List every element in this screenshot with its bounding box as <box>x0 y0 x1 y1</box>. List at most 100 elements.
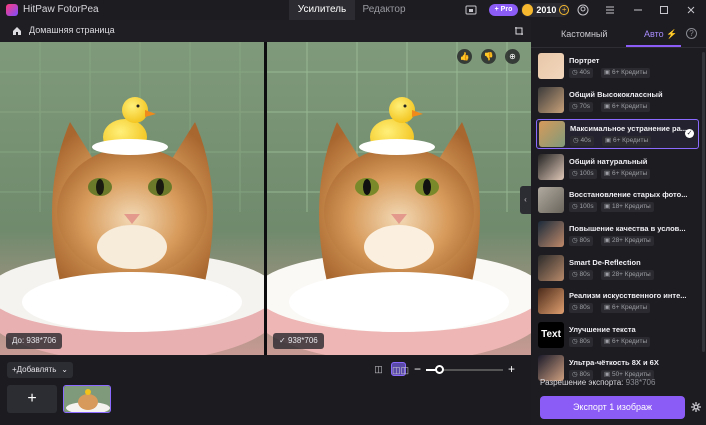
model-time-value: 80s <box>579 237 590 244</box>
coin-count: 2010 <box>536 5 557 15</box>
minimize-icon[interactable] <box>632 4 644 16</box>
model-time: ◷ 80s <box>569 336 593 347</box>
credits-icon: ▣ <box>604 69 612 76</box>
model-credits-value: 6+ Кредиты <box>611 337 648 345</box>
zoom-in-icon[interactable]: ⊕ <box>505 49 520 64</box>
thumbs-up-icon[interactable]: 👍 <box>457 49 472 64</box>
model-item[interactable]: Smart De-Reflection ◷ 80s ▣ 28+ Кредиты <box>536 254 699 284</box>
check-mark-icon: ✓ <box>279 336 288 345</box>
model-name: Максимальное устранение ра... <box>570 124 687 134</box>
model-credits: ▣ 6+ Кредиты <box>601 336 651 347</box>
tab-enhancer[interactable]: Усилитель <box>289 0 355 20</box>
model-time: ◷ 80s <box>569 303 593 314</box>
model-credits: ▣ 18+ Кредиты <box>601 202 654 213</box>
model-thumbnail <box>538 187 564 214</box>
model-credits-value: 28+ Кредиты <box>611 270 651 278</box>
lightning-icon: ⚡ <box>666 29 678 39</box>
model-name: Улучшение текста <box>569 324 636 334</box>
zoom-out-icon[interactable]: − <box>414 362 421 376</box>
panel-scrollbar[interactable] <box>702 52 705 352</box>
model-item[interactable]: Общий Высококлассный ◷ 70s ▣ 6+ Кредиты <box>536 86 699 116</box>
model-name: Восстановление старых фото... <box>569 190 688 200</box>
collapse-panel-icon[interactable]: ‹ <box>520 186 531 214</box>
add-button[interactable]: +Добавлять ⌄ <box>7 362 73 378</box>
export-resolution: Разрешение экспорта: 938*706 <box>540 378 655 387</box>
model-thumbnail <box>538 86 564 113</box>
model-name: Общий Высококлассный <box>569 89 663 99</box>
model-item[interactable]: Реализм искусственного инте... ◷ 80s ▣ 6+ … <box>536 287 699 317</box>
app-logo-icon <box>6 4 18 16</box>
help-icon[interactable]: ? <box>686 28 697 39</box>
model-credits: ▣ 28+ Кредиты <box>601 269 654 280</box>
add-image-button[interactable]: + <box>7 385 57 413</box>
model-item[interactable]: Общий натуральный ◷ 100s ▣ 6+ Кредиты <box>536 153 699 183</box>
model-credits-value: 6+ Кредиты <box>611 69 648 76</box>
credits-icon: ▣ <box>604 304 612 312</box>
credits-icon: ▣ <box>604 237 612 244</box>
selected-check-icon: ✓ <box>685 129 694 139</box>
panel-divider <box>531 47 706 48</box>
model-time-value: 70s <box>579 102 590 110</box>
maximize-icon[interactable] <box>658 4 670 16</box>
model-thumbnail: Text <box>538 321 564 348</box>
thumbs-down-icon[interactable]: 👎 <box>481 49 496 64</box>
model-name: Повышение качества в услов... <box>569 224 686 233</box>
menu-icon[interactable] <box>604 4 616 16</box>
model-thumbnail <box>538 254 564 281</box>
model-item[interactable]: Максимальное устранение ра... ◷ 40s ▣ 6+ К… <box>536 119 699 150</box>
add-coins-icon[interactable]: + <box>559 5 569 15</box>
model-credits-value: 18+ Кредиты <box>611 203 651 211</box>
model-time: ◷ 100s <box>569 202 597 213</box>
credits-icon: ▣ <box>604 337 612 345</box>
model-credits: ▣ 6+ Кредиты <box>601 168 651 179</box>
model-thumbnail <box>538 153 564 180</box>
tab-editor[interactable]: Редактор <box>355 0 413 20</box>
model-time-value: 40s <box>580 137 591 145</box>
model-thumbnail <box>538 53 564 79</box>
model-item[interactable]: Повышение качества в услов... ◷ 80s ▣ 28+ … <box>536 220 699 250</box>
model-credits: ▣ 6+ Кредиты <box>602 136 652 147</box>
close-icon[interactable] <box>685 4 697 16</box>
credits-icon: ▣ <box>604 169 612 177</box>
tab-auto[interactable]: Авто ⚡ <box>644 29 677 39</box>
model-item[interactable]: Портрет ◷ 40s ▣ 6+ Кредиты <box>536 52 699 82</box>
model-credits-value: 28+ Кредиты <box>611 237 651 244</box>
coin-balance[interactable]: 2010 + <box>521 3 569 17</box>
model-thumbnail <box>538 221 564 247</box>
gallery-icon[interactable] <box>465 4 477 16</box>
model-time: ◷ 80s <box>569 269 593 280</box>
enhanced-size-label: 938*706 <box>287 336 318 345</box>
export-res-value: 938*706 <box>625 378 656 387</box>
model-credits: ▣ 6+ Кредиты <box>601 303 651 314</box>
split-view-icon[interactable]: ◫◫ <box>391 362 409 376</box>
zoom-in-button-icon[interactable]: + <box>508 362 515 376</box>
original-size-badge: До: 938*706 <box>6 333 63 349</box>
model-time: ◷ 70s <box>569 101 593 112</box>
home-icon[interactable] <box>12 26 22 36</box>
gear-icon[interactable] <box>690 401 702 413</box>
model-item[interactable]: Восстановление старых фото... ◷ 100s ▣ 18+… <box>536 186 699 216</box>
model-time: ◷ 100s <box>569 168 597 179</box>
model-thumbnail <box>539 121 565 148</box>
add-label: Добавлять <box>16 365 57 374</box>
model-credits-value: 6+ Кредиты <box>611 304 648 312</box>
image-thumbnail[interactable] <box>63 385 111 413</box>
credits-icon: ▣ <box>605 137 613 145</box>
account-icon[interactable] <box>577 4 589 16</box>
export-button[interactable]: Экспорт 1 изображ <box>540 396 685 419</box>
model-item[interactable]: Text Улучшение текста ◷ 80s ▣ 6+ Кредиты <box>536 321 699 351</box>
tab-custom[interactable]: Кастомный <box>561 29 607 39</box>
model-time: ◷ 40s <box>569 68 593 78</box>
breadcrumb-home[interactable]: Домашняя страница <box>29 25 115 35</box>
credits-icon: ▣ <box>604 203 612 211</box>
model-name: Общий натуральный <box>569 156 648 166</box>
enhanced-size-badge: ✓ 938*706 <box>273 333 324 349</box>
enhanced-image <box>267 42 531 355</box>
export-res-label: Разрешение экспорта: <box>540 378 624 387</box>
single-view-icon[interactable]: ◫ <box>371 362 386 376</box>
pro-badge[interactable]: + Pro <box>489 4 518 16</box>
tab-auto-label: Авто <box>644 29 664 39</box>
model-name: Реализм искусственного инте... <box>569 291 687 301</box>
crop-icon[interactable] <box>514 26 524 36</box>
model-time-value: 80s <box>579 270 590 278</box>
